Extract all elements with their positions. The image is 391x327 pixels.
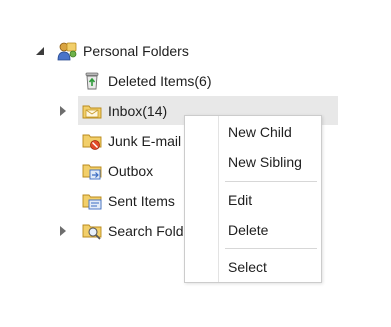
inbox-folder-icon <box>82 101 102 121</box>
tree-node-label: Junk E-mail <box>108 133 182 149</box>
menu-separator <box>225 181 317 182</box>
tree-node-label: Outbox <box>108 163 154 179</box>
junk-folder-icon <box>82 131 102 151</box>
menu-item-new-child[interactable]: New Child <box>228 117 292 147</box>
tree-node-sent-items[interactable]: Sent Items <box>108 187 175 215</box>
context-menu: New Child New Sibling Edit Delete Select <box>184 115 322 283</box>
tree-node-label: Inbox(14) <box>108 103 168 119</box>
menu-item-select[interactable]: Select <box>228 252 267 282</box>
menu-separator <box>225 248 317 249</box>
expanded-triangle-icon[interactable] <box>35 45 45 57</box>
tree-node-personal-folders[interactable]: Personal Folders <box>83 37 189 65</box>
tree-node-inbox[interactable]: Inbox(14) <box>108 97 167 125</box>
outbox-folder-icon <box>82 161 102 181</box>
tree-node-label: Personal Folders <box>83 43 189 59</box>
collapsed-triangle-icon[interactable] <box>58 105 68 117</box>
collapsed-triangle-icon[interactable] <box>58 225 68 237</box>
recycle-bin-icon <box>82 71 102 91</box>
tree-node-label: Deleted Items(6) <box>108 73 212 89</box>
sent-folder-icon <box>82 191 102 211</box>
menu-item-delete[interactable]: Delete <box>228 215 268 245</box>
personal-folders-icon <box>56 40 78 62</box>
tree-node-label: Sent Items <box>108 193 175 209</box>
tree-node-outbox[interactable]: Outbox <box>108 157 153 185</box>
menu-icon-gutter <box>218 116 219 282</box>
search-folder-icon <box>82 221 102 241</box>
menu-item-edit[interactable]: Edit <box>228 185 252 215</box>
tree-node-deleted-items[interactable]: Deleted Items(6) <box>108 67 211 95</box>
menu-item-new-sibling[interactable]: New Sibling <box>228 147 302 177</box>
tree-node-junk-email[interactable]: Junk E-mail <box>108 127 181 155</box>
